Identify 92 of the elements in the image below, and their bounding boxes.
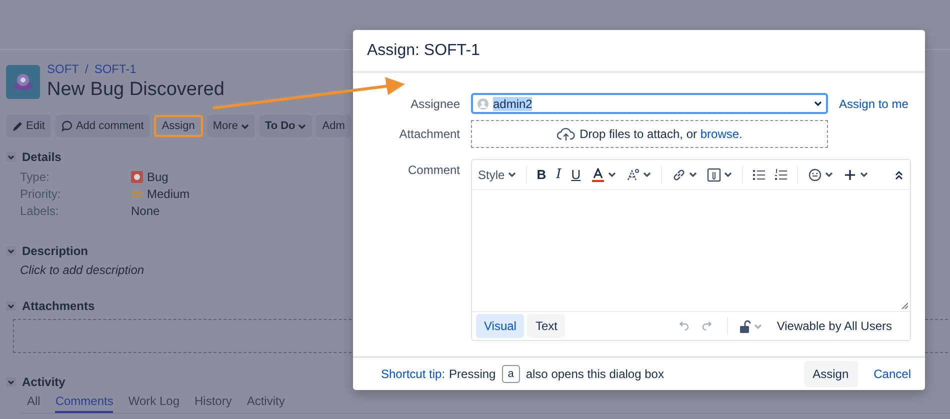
- more-button[interactable]: More: [206, 115, 255, 137]
- double-chevron-up-icon: [894, 170, 904, 180]
- activity-tab[interactable]: Comments: [55, 394, 114, 413]
- file-drop-zone[interactable]: Drop files to attach, or browse.: [471, 120, 828, 148]
- activity-tab[interactable]: Activity: [246, 394, 285, 413]
- dialog-title: Assign: SOFT-1: [353, 30, 925, 73]
- pencil-icon: [12, 120, 23, 132]
- user-avatar-icon: [477, 98, 489, 110]
- shortcut-tip-text: Pressing: [449, 367, 496, 381]
- chevron-down-icon: [754, 322, 762, 330]
- chevron-down-icon: [642, 171, 651, 178]
- assign-button[interactable]: Assign: [154, 115, 203, 137]
- shortcut-tip-link[interactable]: Shortcut tip:: [381, 367, 446, 381]
- resize-grip-icon: [901, 302, 908, 309]
- cloud-upload-icon: [556, 127, 575, 141]
- insert-icon: [842, 168, 857, 182]
- comment-icon: [60, 120, 73, 132]
- text-color-icon: [590, 168, 605, 182]
- attachment-button[interactable]: [706, 168, 732, 182]
- field-label: Attachment: [398, 127, 460, 141]
- unlocked-padlock-icon: [738, 320, 751, 332]
- assign-button[interactable]: Assign: [804, 361, 858, 387]
- chevron-down-icon: [814, 100, 822, 107]
- text-effects-button[interactable]: [626, 168, 651, 182]
- chevron-down-icon: [240, 122, 249, 130]
- issue-title: New Bug Discovered: [47, 79, 224, 101]
- chevron-down-icon: [298, 122, 306, 130]
- section-heading[interactable]: Activity: [22, 375, 66, 389]
- chevron-down-icon: [724, 171, 732, 178]
- field-value: Bug: [147, 170, 168, 184]
- link-icon: [672, 168, 686, 182]
- insert-button[interactable]: [842, 168, 868, 182]
- assign-to-me-link[interactable]: Assign to me: [839, 96, 925, 110]
- keyboard-key: a: [502, 365, 520, 383]
- field-label: Labels:: [20, 204, 60, 218]
- activity-tab[interactable]: All: [27, 394, 40, 413]
- visibility-dropdown[interactable]: [738, 320, 762, 332]
- link-button[interactable]: [672, 168, 697, 182]
- section-heading[interactable]: Details: [22, 150, 62, 164]
- style-dropdown[interactable]: Style: [478, 168, 516, 182]
- bullet-list-button[interactable]: [752, 168, 765, 180]
- section-heading[interactable]: Description: [22, 244, 88, 258]
- chevron-down-icon: [508, 171, 516, 178]
- edit-button[interactable]: Edit: [6, 115, 51, 137]
- emoji-icon: [808, 168, 822, 182]
- breadcrumb-separator: /: [85, 62, 88, 76]
- status-button[interactable]: To Do: [258, 115, 312, 137]
- italic-button[interactable]: I: [556, 167, 562, 182]
- toolbar-button[interactable]: Adm: [316, 115, 351, 137]
- editor-mode-tab[interactable]: Visual: [476, 314, 524, 338]
- chevron-down-icon: [608, 171, 616, 178]
- bold-button[interactable]: B: [536, 167, 546, 182]
- chevron-down-icon: [688, 171, 697, 178]
- redo-icon: [702, 321, 714, 331]
- priority-medium-icon: [131, 188, 143, 200]
- collapse-toolbar-button[interactable]: [894, 170, 904, 180]
- text-color-button[interactable]: [590, 168, 616, 182]
- attachment-icon: [706, 168, 721, 182]
- underline-button[interactable]: U: [571, 167, 581, 182]
- numbered-list-icon: [774, 168, 787, 180]
- numbered-list-button[interactable]: [774, 168, 787, 180]
- field-label: Comment: [406, 163, 460, 177]
- text-effects-icon: [626, 168, 640, 182]
- chevron-down-icon: [824, 171, 833, 178]
- section-heading[interactable]: Attachments: [22, 299, 95, 313]
- chevron-down-icon: [6, 301, 16, 311]
- cancel-link[interactable]: Cancel: [874, 367, 911, 381]
- add-comment-button[interactable]: Add comment: [54, 115, 150, 137]
- visibility-label: Viewable by All Users: [776, 319, 892, 333]
- editor-mode-tab[interactable]: Text: [527, 314, 566, 338]
- chevron-down-icon: [6, 246, 16, 256]
- bullet-list-icon: [752, 168, 765, 180]
- chevron-down-icon: [6, 152, 16, 162]
- shortcut-tip-text: also opens this dialog box: [526, 367, 664, 381]
- chevron-down-icon: [860, 171, 868, 178]
- breadcrumb-link[interactable]: SOFT-1: [94, 62, 136, 76]
- activity-tab[interactable]: Work Log: [128, 394, 180, 413]
- activity-tab[interactable]: History: [194, 394, 232, 413]
- browse-link[interactable]: browse.: [700, 127, 742, 141]
- field-label: Type:: [20, 170, 50, 184]
- emoji-button[interactable]: [808, 168, 833, 182]
- field-value: Medium: [147, 187, 190, 201]
- field-label: Assignee: [410, 96, 460, 110]
- bug-type-icon: [131, 171, 143, 183]
- project-avatar-icon: [6, 64, 40, 98]
- assignee-select[interactable]: admin2: [471, 93, 828, 114]
- field-label: Priority:: [20, 187, 62, 201]
- chevron-down-icon: [6, 377, 16, 387]
- field-value: None: [131, 204, 160, 218]
- drop-files-text: Drop files to attach, or browse.: [580, 127, 742, 141]
- description-placeholder[interactable]: Click to add description: [20, 263, 144, 277]
- breadcrumb-link[interactable]: SOFT: [47, 62, 79, 76]
